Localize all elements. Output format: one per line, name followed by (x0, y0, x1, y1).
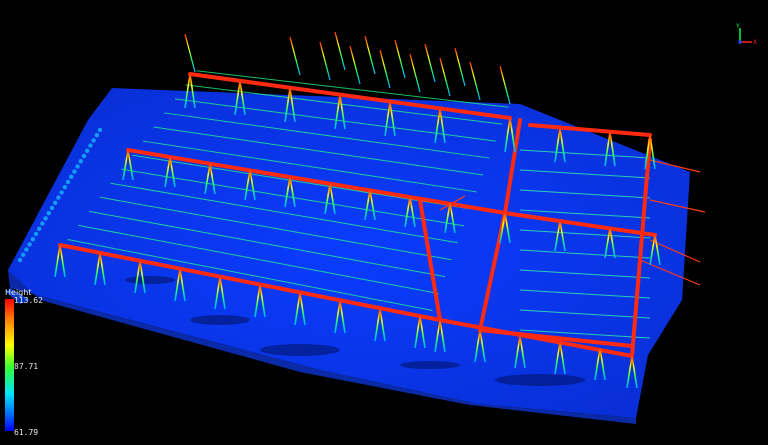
fence-point (75, 164, 80, 169)
lightning-mast (349, 45, 361, 85)
lightning-mast (364, 35, 376, 75)
fence-point (33, 231, 39, 237)
fence-point (24, 247, 29, 252)
fence-point (81, 153, 87, 159)
height-legend: Height 113.62 87.71 61.79 (2, 288, 62, 440)
fence-point (62, 185, 67, 190)
fence-point (56, 195, 61, 200)
fence-point (97, 127, 103, 133)
lightning-mast (409, 53, 421, 93)
fence-point (94, 133, 100, 138)
fence-point (65, 179, 71, 185)
fence-point (53, 200, 58, 205)
lightning-mast (454, 47, 466, 87)
fence-point (69, 174, 74, 179)
legend-max-value: 113.62 (14, 296, 43, 305)
lightning-mast (289, 36, 301, 76)
fence-point (17, 257, 23, 263)
lightning-mast (424, 43, 436, 83)
legend-mid-value: 87.71 (14, 362, 39, 371)
fence-point (21, 252, 26, 257)
fence-point (27, 242, 32, 247)
lightning-mast (379, 49, 391, 89)
lightning-mast (499, 65, 511, 105)
fence-point (91, 138, 96, 143)
lightning-mast (319, 41, 331, 81)
legend-color-bar (5, 299, 14, 431)
fence-point (72, 169, 77, 174)
axis-x-label: X (753, 39, 757, 46)
fence-point (59, 190, 64, 195)
axis-y-label: Y (735, 23, 740, 30)
lightning-mast (469, 61, 481, 101)
fence-point (30, 237, 35, 242)
lightning-mast (394, 39, 406, 79)
fence-point (37, 226, 42, 231)
fence-point (78, 159, 84, 164)
fence-point (40, 221, 45, 226)
fence-point (49, 205, 55, 211)
point-cloud-viewport[interactable] (0, 0, 768, 445)
fence-point (88, 143, 93, 148)
lightning-mast (334, 31, 346, 71)
fence-point (43, 216, 48, 221)
fence-point (46, 211, 51, 216)
fence-point (85, 148, 90, 153)
legend-min-value: 61.79 (14, 428, 39, 437)
xyz-axis-icon: Y X (735, 23, 757, 46)
